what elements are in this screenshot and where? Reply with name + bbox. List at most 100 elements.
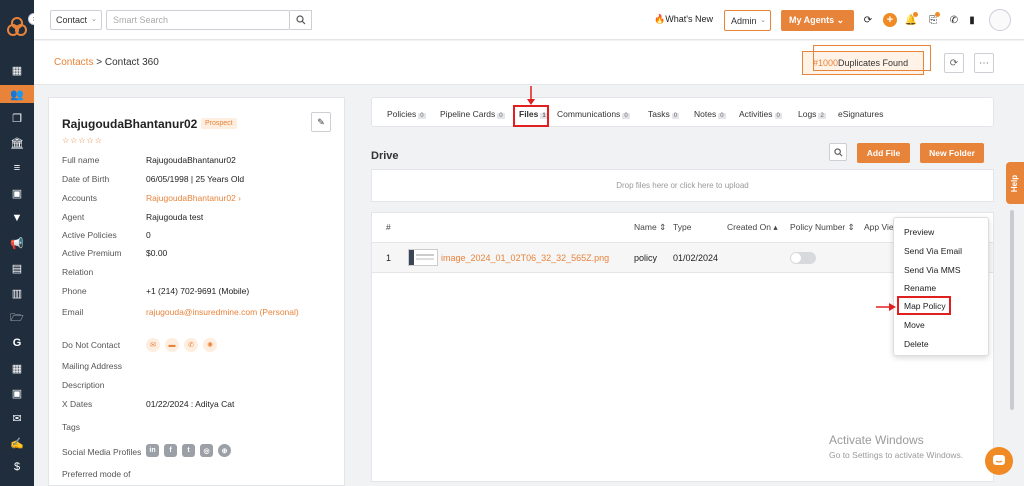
institution-icon[interactable]: 🏛 bbox=[8, 134, 26, 152]
menu-item-send-via-mms[interactable]: Send Via MMS bbox=[904, 265, 961, 275]
google-icon[interactable]: G bbox=[8, 334, 26, 352]
drive-title: Drive bbox=[371, 150, 399, 162]
file-name-link[interactable]: image_2024_01_02T06_32_32_565Z.png bbox=[441, 253, 609, 263]
file-created-on: 01/02/2024 bbox=[673, 253, 719, 263]
column-header-label: Policy Number bbox=[790, 222, 846, 232]
megaphone-icon[interactable]: 📢 bbox=[8, 234, 26, 252]
admin-select[interactable]: Admin ⌄ bbox=[724, 10, 771, 31]
menu-item-rename[interactable]: Rename bbox=[904, 283, 936, 293]
rating-stars[interactable]: ☆☆☆☆☆ bbox=[62, 136, 103, 145]
globe-icon[interactable]: ⊕ bbox=[218, 444, 231, 457]
tab-label: Policies bbox=[387, 109, 417, 119]
contact-type-select[interactable]: Contact ⌄ bbox=[50, 10, 102, 30]
list-icon[interactable]: ≡ bbox=[8, 159, 26, 177]
calendar-icon[interactable]: ▦ bbox=[8, 359, 26, 377]
tab-esignatures[interactable]: eSignatures bbox=[838, 109, 883, 119]
field-label: X Dates bbox=[62, 399, 93, 409]
file-dropzone[interactable]: Drop files here or click here to upload bbox=[371, 169, 994, 202]
account-link[interactable]: RajugoudaBhantanur02 › bbox=[146, 193, 241, 203]
reports-icon[interactable]: ▥ bbox=[8, 284, 26, 302]
folder-icon[interactable]: 🗁 bbox=[8, 309, 26, 327]
mobile-icon[interactable]: ▮ bbox=[965, 13, 979, 27]
breadcrumb-contacts-link[interactable]: Contacts bbox=[54, 57, 93, 68]
file-type: policy bbox=[634, 253, 658, 263]
map-policy-highlight bbox=[897, 296, 951, 315]
contact-card-icon[interactable]: ▣ bbox=[8, 184, 26, 202]
user-avatar[interactable] bbox=[989, 9, 1011, 31]
menu-item-move[interactable]: Move bbox=[904, 320, 925, 330]
linkedin-icon[interactable]: in bbox=[146, 444, 159, 457]
dashboard-icon[interactable]: ▦ bbox=[8, 61, 26, 79]
menu-item-preview[interactable]: Preview bbox=[904, 227, 934, 237]
column-header-policy-number[interactable]: Policy Number ⇕ bbox=[790, 222, 855, 233]
left-rail: › ▦ 👥 ❐ 🏛 ≡ ▣ ▼ 📢 ▤ ▥ 🗁 G ▦ ▣ ✉ ✍ $ bbox=[0, 0, 40, 486]
search-button[interactable] bbox=[290, 10, 312, 30]
gear-icon[interactable]: ✺ bbox=[203, 338, 217, 352]
chevron-down-icon: ⌄ bbox=[91, 16, 97, 23]
email-icon[interactable]: ✉ bbox=[146, 338, 160, 352]
calculator-icon[interactable]: ▤ bbox=[8, 259, 26, 277]
column-header-type[interactable]: Type bbox=[673, 222, 691, 232]
chat-launcher-button[interactable] bbox=[985, 447, 1013, 475]
email-link[interactable]: rajugouda@insuredmine.com (Personal) bbox=[146, 307, 299, 317]
smart-search-input[interactable]: Smart Search bbox=[106, 10, 290, 30]
phone-icon[interactable]: ✆ bbox=[184, 338, 198, 352]
contact-type-select-value: Contact bbox=[56, 15, 88, 25]
social-profiles: in f t ◎ ⊕ bbox=[146, 444, 231, 457]
mail-icon[interactable]: ✉ bbox=[8, 409, 26, 427]
search-icon bbox=[295, 15, 305, 25]
field-label: Social Media Profiles bbox=[62, 447, 142, 457]
column-header-name[interactable]: Name ⇕ bbox=[634, 222, 666, 233]
menu-item-send-via-email[interactable]: Send Via Email bbox=[904, 246, 962, 256]
vertical-scrollbar[interactable] bbox=[1010, 210, 1014, 410]
breadcrumb: Contacts > Contact 360 bbox=[54, 57, 159, 68]
instagram-icon[interactable]: ◎ bbox=[200, 444, 213, 457]
my-agents-button[interactable]: My Agents ⌄ bbox=[781, 10, 854, 31]
signature-icon[interactable]: ✍ bbox=[8, 434, 26, 452]
column-header-app-view[interactable]: App Vie bbox=[864, 222, 894, 232]
field-value: +1 (214) 702-9691 (Mobile) bbox=[146, 286, 250, 296]
phone-icon[interactable]: ✆ bbox=[947, 13, 961, 27]
app-logo-icon[interactable] bbox=[6, 16, 28, 38]
search-files-button[interactable] bbox=[829, 143, 847, 161]
duplicates-found-button[interactable]: #1000Duplicates Found bbox=[802, 45, 931, 75]
refresh-icon[interactable]: ⟳ bbox=[861, 13, 875, 27]
contacts-icon[interactable]: 👥 bbox=[0, 85, 34, 103]
documents-icon[interactable]: ❐ bbox=[8, 109, 26, 127]
more-options-button[interactable]: ⋯ bbox=[974, 53, 994, 73]
column-header-label: Name bbox=[634, 222, 657, 232]
new-folder-button[interactable]: New Folder bbox=[920, 143, 984, 163]
field-value: RajugoudaBhantanur02 bbox=[146, 155, 236, 165]
dollar-icon[interactable]: $ bbox=[8, 458, 26, 476]
file-thumbnail[interactable] bbox=[408, 249, 438, 266]
clipboard-icon[interactable]: ▣ bbox=[8, 384, 26, 402]
field-label: Do Not Contact bbox=[62, 340, 121, 350]
status-badge: Prospect bbox=[201, 118, 237, 129]
tab-logs[interactable]: Logs 2 bbox=[798, 109, 826, 119]
tab-activities[interactable]: Activities 0 bbox=[739, 109, 782, 119]
chat-icon bbox=[993, 455, 1005, 465]
twitter-icon[interactable]: t bbox=[182, 444, 195, 457]
row-number: 1 bbox=[386, 253, 392, 263]
tab-communications[interactable]: Communications 0 bbox=[557, 109, 630, 119]
add-icon[interactable]: + bbox=[883, 13, 897, 27]
refresh-button[interactable]: ⟳ bbox=[944, 53, 964, 73]
facebook-icon[interactable]: f bbox=[164, 444, 177, 457]
add-file-button[interactable]: Add File bbox=[857, 143, 910, 163]
message-icon[interactable]: ▬ bbox=[165, 338, 179, 352]
tab-notes[interactable]: Notes 0 bbox=[694, 109, 726, 119]
tab-policies[interactable]: Policies 0 bbox=[387, 109, 426, 119]
column-header-number: # bbox=[386, 222, 391, 232]
column-header-created-on[interactable]: Created On ▴ bbox=[727, 222, 778, 233]
help-tab[interactable]: Help bbox=[1006, 162, 1024, 204]
funnel-icon[interactable]: ▼ bbox=[8, 209, 26, 227]
contact-name: RajugoudaBhantanur02 bbox=[62, 117, 198, 131]
menu-item-delete[interactable]: Delete bbox=[904, 339, 929, 349]
tab-tasks[interactable]: Tasks 0 bbox=[648, 109, 680, 119]
whats-new-link[interactable]: 🔥What's New bbox=[654, 14, 713, 25]
tab-pipeline-cards[interactable]: Pipeline Cards 0 bbox=[440, 109, 505, 119]
top-bar: Contact ⌄ Smart Search 🔥What's New Admin… bbox=[34, 0, 1024, 40]
edit-contact-button[interactable]: ✎ bbox=[311, 112, 331, 132]
app-view-toggle[interactable] bbox=[790, 252, 816, 264]
sort-icon: ⇕ bbox=[659, 222, 667, 232]
